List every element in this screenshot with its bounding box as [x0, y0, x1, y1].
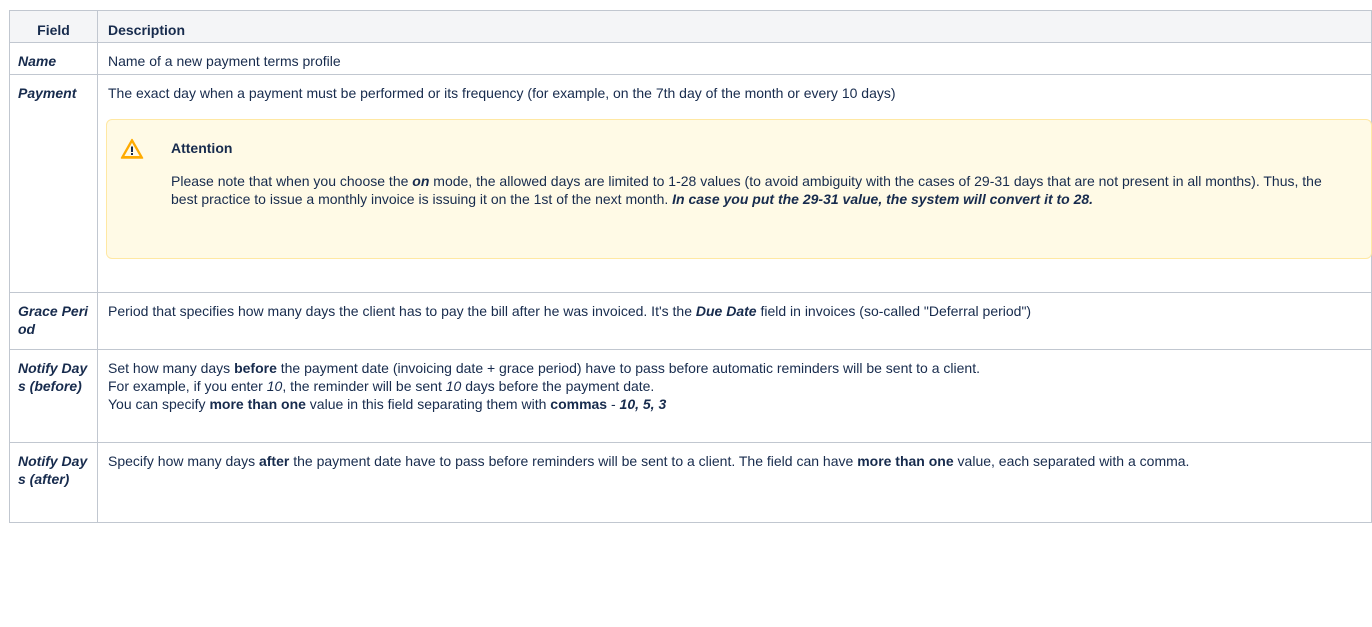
header-description: Description — [97, 10, 1372, 43]
before-text: the payment date (invoicing date + grace… — [276, 360, 980, 376]
attention-body: Please note that when you choose the on … — [171, 172, 1341, 208]
before-line-2: For example, if you enter 10, the remind… — [108, 377, 1361, 395]
before-text: You can specify — [108, 396, 210, 412]
header-field: Field — [9, 10, 98, 43]
field-notify-after: Notify Days (after) — [9, 442, 98, 523]
description-payment: The exact day when a payment must be per… — [97, 74, 1372, 293]
attention-mode: on — [412, 173, 430, 189]
payment-terms-table: Field Description Name Name of a new pay… — [9, 10, 1372, 523]
description-notify-before: Set how many days before the payment dat… — [97, 349, 1372, 443]
before-text: Set how many days — [108, 360, 235, 376]
after-text: the payment date have to pass before rem… — [289, 453, 858, 469]
after-term: after — [258, 453, 290, 469]
attention-panel: Attention Please note that when you choo… — [106, 119, 1372, 259]
before-value: 10 — [445, 378, 462, 394]
description-notify-after: Specify how many days after the payment … — [97, 442, 1372, 523]
payment-description-text: The exact day when a payment must be per… — [108, 85, 896, 101]
before-value: 10 — [266, 378, 283, 394]
before-term: before — [234, 360, 277, 376]
warning-icon — [120, 138, 144, 159]
before-values: 10, 5, 3 — [619, 396, 667, 412]
table-header-row: Field Description — [9, 10, 1372, 43]
table-row: Notify Days (after) Specify how many day… — [9, 442, 1372, 523]
field-payment: Payment — [9, 74, 98, 293]
before-text: - — [607, 396, 620, 412]
before-line-3: You can specify more than one value in t… — [108, 395, 1361, 413]
table-row: Payment The exact day when a payment mus… — [9, 74, 1372, 293]
before-text: value in this field separating them with — [305, 396, 551, 412]
before-line-1: Set how many days before the payment dat… — [108, 359, 1361, 377]
grace-text: Period that specifies how many days the … — [108, 303, 696, 319]
table-row: Name Name of a new payment terms profile — [9, 42, 1372, 75]
before-text: days before the payment date. — [461, 378, 655, 394]
after-more: more than one — [857, 453, 954, 469]
attention-title: Attention — [171, 140, 233, 156]
before-text: , the reminder will be sent — [282, 378, 446, 394]
table-row: Grace Period Period that specifies how m… — [9, 292, 1372, 350]
after-text: value, each separated with a comma. — [953, 453, 1190, 469]
due-date-term: Due Date — [695, 303, 757, 319]
after-text: Specify how many days — [108, 453, 259, 469]
field-notify-before: Notify Days (before) — [9, 349, 98, 443]
attention-text: Please note that when you choose the — [171, 173, 413, 189]
table-row: Notify Days (before) Set how many days b… — [9, 349, 1372, 443]
description-name: Name of a new payment terms profile — [97, 42, 1372, 75]
attention-emphasis: In case you put the 29-31 value, the sys… — [672, 191, 1094, 207]
field-grace-period: Grace Period — [9, 292, 98, 350]
field-name: Name — [9, 42, 98, 75]
before-commas: commas — [550, 396, 608, 412]
before-text: For example, if you enter — [108, 378, 267, 394]
description-grace-period: Period that specifies how many days the … — [97, 292, 1372, 350]
grace-text: field in invoices (so-called "Deferral p… — [756, 303, 1032, 319]
before-more: more than one — [209, 396, 306, 412]
